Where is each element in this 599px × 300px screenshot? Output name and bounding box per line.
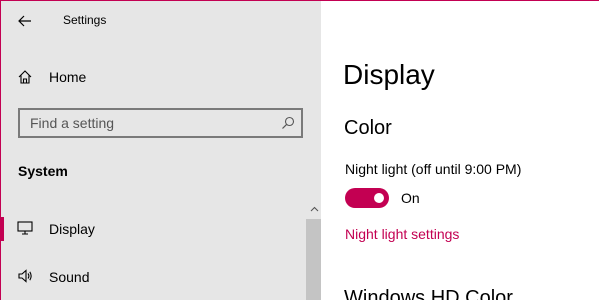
section-label: System [18, 163, 68, 179]
monitor-icon [17, 221, 33, 235]
settings-window: Settings Home Find a setting System Disp… [0, 0, 599, 300]
night-light-toggle[interactable] [345, 188, 389, 208]
sidebar-item-display[interactable]: Display [1, 213, 304, 245]
home-icon [18, 70, 32, 84]
selected-indicator [1, 217, 4, 241]
app-title: Settings [63, 13, 107, 27]
sidebar-item-label: Display [49, 221, 95, 237]
section-heading: Color [344, 117, 392, 139]
toggle-state-label: On [401, 190, 420, 206]
back-button[interactable] [11, 9, 39, 33]
chevron-up-icon [310, 206, 318, 212]
section-heading-hd-color: Windows HD Color [344, 287, 513, 300]
scroll-up-button[interactable] [308, 206, 320, 216]
page-title: Display [343, 59, 435, 90]
night-light-label: Night light (off until 9:00 PM) [345, 161, 522, 177]
nav-home-label: Home [49, 69, 87, 85]
search-input[interactable]: Find a setting [18, 108, 303, 138]
sidebar-item-label: Sound [49, 269, 90, 285]
night-light-settings-link[interactable]: Night light settings [345, 226, 459, 242]
sidebar: Settings Home Find a setting System Disp… [1, 1, 321, 300]
search-placeholder: Find a setting [30, 115, 115, 131]
nav-home[interactable]: Home [1, 63, 321, 91]
speaker-icon [18, 269, 32, 283]
toggle-knob [374, 193, 384, 203]
scrollbar-thumb[interactable] [306, 219, 321, 300]
sidebar-item-sound[interactable]: Sound [1, 261, 304, 293]
search-icon [282, 116, 295, 129]
back-arrow-icon [18, 15, 31, 27]
main-content: Display Color Night light (off until 9:0… [321, 1, 599, 300]
